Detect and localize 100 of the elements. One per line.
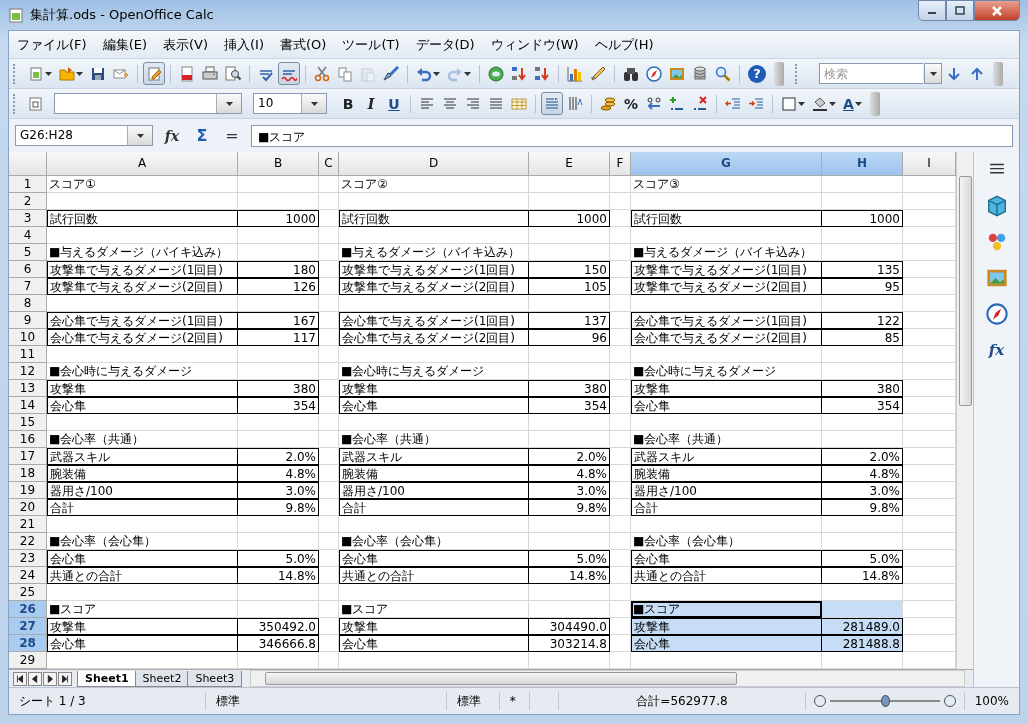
column-header[interactable]: E: [529, 152, 610, 176]
table-cell: 380: [529, 380, 610, 397]
row-header[interactable]: 29: [9, 652, 47, 669]
table-cell: 2.0%: [529, 448, 610, 465]
row-header[interactable]: 5: [9, 244, 47, 261]
close-button[interactable]: [974, 0, 1020, 21]
menu-item[interactable]: 編集(E): [94, 35, 155, 54]
row-header[interactable]: 25: [9, 584, 47, 601]
sum-button[interactable]: Σ: [191, 124, 213, 147]
row-header[interactable]: 26: [9, 601, 47, 618]
dropdown-button[interactable]: [924, 63, 942, 84]
down-arrow-icon: [946, 65, 962, 82]
window-title: 集計算.ods - OpenOffice Calc: [30, 6, 214, 24]
menu-item[interactable]: データ(D): [407, 35, 483, 54]
sheet-tab[interactable]: Sheet1: [77, 670, 137, 687]
font-name-field[interactable]: [54, 93, 242, 114]
slider-thumb[interactable]: [880, 695, 890, 707]
caret-icon[interactable]: [310, 101, 318, 106]
minimize-button[interactable]: [918, 0, 946, 21]
table-cell: 攻撃隼で与えるダメージ(2回目): [47, 278, 238, 295]
table-cell: 会心隼: [47, 397, 238, 414]
caret-icon[interactable]: [829, 101, 836, 106]
search-icon: [715, 65, 731, 82]
table-cell: ■与えるダメージ（バイキ込み）: [631, 244, 822, 261]
function-wizard-button[interactable]: fx: [161, 124, 183, 147]
cube-icon: [985, 195, 1008, 217]
toolbar-button[interactable]: U: [383, 92, 405, 115]
horizontal-scrollbar[interactable]: [250, 670, 965, 687]
font-size-field[interactable]: 10: [253, 93, 327, 114]
table-cell: ■与えるダメージ（バイキ込み）: [339, 244, 529, 261]
table-cell: 武器スキル: [631, 448, 822, 465]
row-header[interactable]: 22: [9, 533, 47, 550]
caret-icon[interactable]: [45, 71, 52, 76]
row-header[interactable]: 3: [9, 210, 47, 227]
row-header[interactable]: 8: [9, 295, 47, 312]
search-field[interactable]: 検索: [819, 63, 923, 84]
indent-icon: [748, 95, 764, 112]
name-box[interactable]: G26:H28: [15, 125, 153, 146]
column-header[interactable]: F: [610, 152, 631, 176]
column-header[interactable]: D: [339, 152, 529, 176]
table-cell: 303214.8: [529, 635, 610, 652]
caret-icon[interactable]: [798, 101, 805, 106]
row-header[interactable]: 12: [9, 363, 47, 380]
functions-button[interactable]: fx: [982, 336, 1011, 364]
row-header[interactable]: 1: [9, 176, 47, 193]
caret-icon[interactable]: [854, 101, 862, 106]
row-header[interactable]: 23: [9, 550, 47, 567]
column-header[interactable]: B: [238, 152, 319, 176]
menu-item[interactable]: ウィンドウ(W): [482, 35, 587, 54]
function-button[interactable]: =: [221, 124, 243, 147]
row-header[interactable]: 20: [9, 499, 47, 516]
row-header[interactable]: 7: [9, 278, 47, 295]
row-header[interactable]: 11: [9, 346, 47, 363]
row-header[interactable]: 28: [9, 635, 47, 652]
column-header[interactable]: H: [822, 152, 903, 176]
menu-item[interactable]: 挿入(I): [216, 35, 272, 54]
formula-input[interactable]: ■スコア: [251, 124, 1013, 147]
toolbar-button[interactable]: %: [620, 92, 642, 115]
toolbar-button[interactable]: B: [337, 92, 359, 115]
toolbar-button[interactable]: A: [840, 92, 865, 115]
column-header[interactable]: I: [903, 152, 956, 176]
menu-item[interactable]: ファイル(F): [9, 35, 95, 54]
row-header[interactable]: 19: [9, 482, 47, 499]
row-header[interactable]: 18: [9, 465, 47, 482]
row-header[interactable]: 16: [9, 431, 47, 448]
caret-icon[interactable]: [76, 71, 83, 76]
row-header[interactable]: 24: [9, 567, 47, 584]
toolbar-button[interactable]: I: [360, 92, 382, 115]
pencil-document-icon: [146, 65, 162, 82]
sheet-tab[interactable]: Sheet2: [134, 670, 190, 687]
row-header[interactable]: 6: [9, 261, 47, 278]
row-header[interactable]: 17: [9, 448, 47, 465]
column-header[interactable]: A: [47, 152, 238, 176]
sheet-tab[interactable]: Sheet3: [187, 670, 243, 687]
row-header[interactable]: 9: [9, 312, 47, 329]
menu-item[interactable]: 書式(O): [272, 35, 335, 54]
column-header[interactable]: G: [631, 152, 822, 176]
row-header[interactable]: 2: [9, 193, 47, 210]
toolbar-button[interactable]: [143, 62, 165, 85]
menu-item[interactable]: 表示(V): [155, 35, 217, 54]
menu-item[interactable]: ヘルプ(H): [586, 35, 662, 54]
vertical-scrollbar[interactable]: [956, 152, 973, 669]
row-header[interactable]: 14: [9, 397, 47, 414]
caret-icon[interactable]: [225, 101, 233, 106]
empty-cell: [610, 261, 631, 278]
empty-cell: [319, 584, 339, 601]
row-header[interactable]: 13: [9, 380, 47, 397]
caret-icon[interactable]: [136, 133, 144, 138]
redo-icon: [447, 65, 463, 82]
row-header[interactable]: 10: [9, 329, 47, 346]
column-header[interactable]: C: [319, 152, 339, 176]
caret-icon[interactable]: [929, 71, 937, 76]
caret-icon[interactable]: [433, 71, 440, 76]
row-header[interactable]: 4: [9, 227, 47, 244]
row-header[interactable]: 15: [9, 414, 47, 431]
menu-item[interactable]: ツール(T): [334, 35, 408, 54]
table-cell: 会心隼: [339, 550, 529, 567]
row-header[interactable]: 21: [9, 516, 47, 533]
maximize-button[interactable]: [946, 0, 974, 21]
row-header[interactable]: 27: [9, 618, 47, 635]
